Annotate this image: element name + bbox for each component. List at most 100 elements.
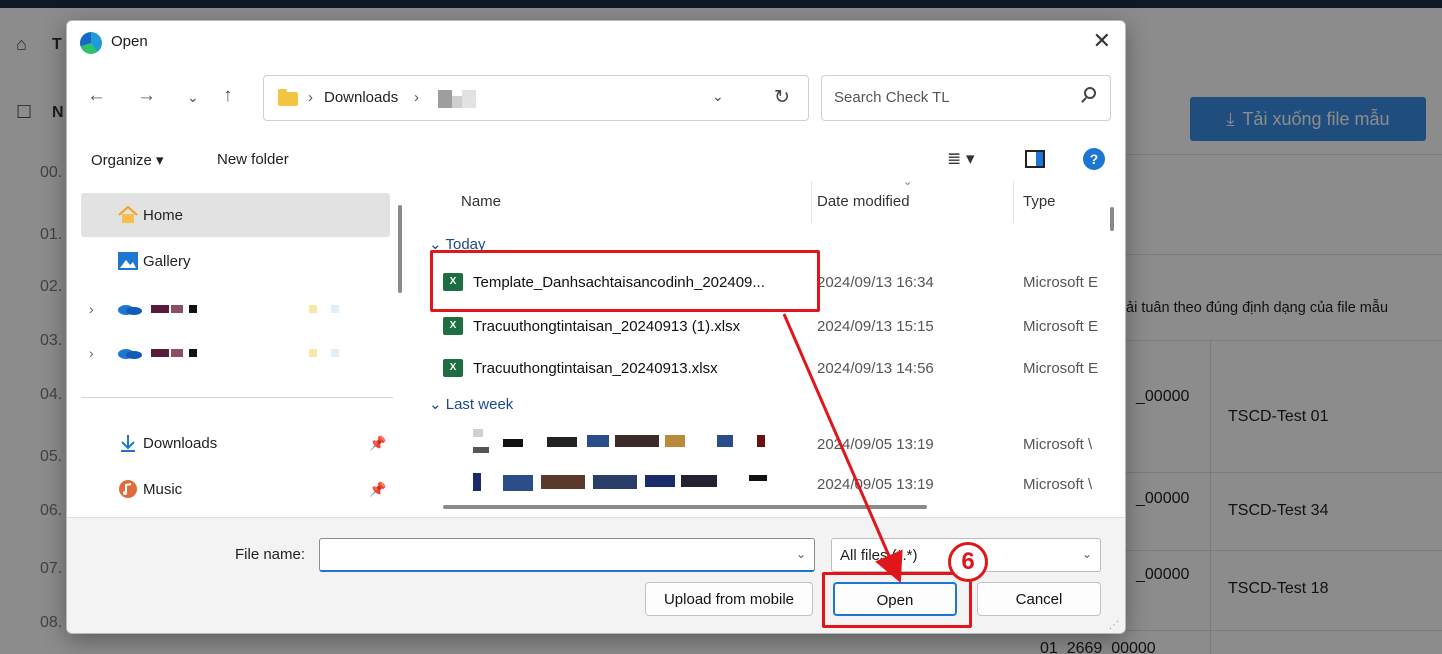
preview-pane-icon[interactable]	[1025, 150, 1045, 168]
redacted-file-name	[473, 447, 489, 453]
pin-icon[interactable]: 📌	[369, 481, 386, 498]
file-name: Tracuuthongtintaisan_20240913.xlsx	[473, 360, 718, 377]
address-bar[interactable]: › Downloads › ⌄ ↻	[263, 75, 809, 121]
nav-item-onedrive[interactable]: ›	[81, 331, 390, 375]
file-name-label: File name:	[235, 546, 306, 563]
download-icon	[121, 435, 135, 452]
redacted-account-name	[331, 349, 339, 357]
file-date: 2024/09/13 15:15	[817, 318, 934, 335]
file-row[interactable]: 2024/09/05 13:19 Microsoft \	[429, 425, 1105, 465]
up-arrow-icon[interactable]: ↑	[223, 85, 233, 107]
redacted-folder-name	[462, 90, 476, 108]
file-row[interactable]: 2024/09/05 13:19 Microsoft \	[429, 465, 1105, 505]
redacted-account-name	[171, 305, 183, 313]
redacted-file-name	[593, 475, 637, 489]
redacted-account-name	[189, 305, 197, 313]
redacted-file-name	[547, 437, 577, 447]
cancel-button[interactable]: Cancel	[977, 582, 1101, 616]
column-header-date-modified[interactable]: Date modified	[817, 193, 910, 210]
redacted-file-name	[681, 475, 717, 487]
onedrive-icon	[118, 305, 142, 315]
excel-file-icon: X	[443, 359, 463, 377]
onedrive-icon	[118, 349, 142, 359]
folder-icon	[278, 89, 298, 106]
upload-from-mobile-button[interactable]: Upload from mobile	[645, 582, 813, 616]
search-icon	[1084, 87, 1096, 99]
pin-icon[interactable]: 📌	[369, 435, 386, 452]
redacted-file-name	[473, 429, 483, 437]
view-options-icon[interactable]: ≣ ▾	[947, 149, 975, 169]
file-date: 2024/09/13 16:34	[817, 274, 934, 291]
organize-menu[interactable]: Organize ▾	[91, 151, 164, 169]
highlight-box-open-button	[822, 572, 972, 628]
file-date: 2024/09/13 14:56	[817, 360, 934, 377]
column-divider	[811, 181, 812, 223]
file-type: Microsoft \	[1023, 436, 1093, 453]
resize-grip-icon[interactable]: ⋰	[1109, 620, 1119, 631]
dialog-title: Open	[111, 33, 148, 50]
redacted-file-name	[503, 475, 533, 491]
group-header-last-week[interactable]: ⌄ Last week	[429, 395, 513, 413]
redacted-file-name	[473, 473, 481, 491]
file-row[interactable]: X Tracuuthongtintaisan_20240913 (1).xlsx…	[429, 307, 1105, 347]
sort-chevron-icon: ⌄	[903, 176, 913, 188]
nav-item-gallery[interactable]: Gallery	[81, 239, 390, 283]
column-divider	[1013, 181, 1014, 223]
expand-chevron-icon[interactable]: ›	[89, 301, 94, 317]
file-type-filter-value: All files (*.*)	[840, 547, 918, 564]
close-icon[interactable]: ✕	[1093, 28, 1111, 54]
file-list-header: Name Date modified ⌄ Type	[413, 176, 1125, 223]
nav-pane-scrollbar[interactable]	[398, 205, 402, 293]
file-row[interactable]: X Tracuuthongtintaisan_20240913.xlsx 202…	[429, 349, 1105, 389]
file-name-field[interactable]: ⌄	[319, 538, 815, 572]
dialog-title-bar: Open ✕	[67, 21, 1125, 65]
nav-pane-divider	[81, 397, 393, 398]
breadcrumb-downloads[interactable]: Downloads	[324, 89, 398, 106]
nav-item-music[interactable]: Music 📌	[81, 467, 390, 511]
redacted-account-name	[309, 349, 317, 357]
expand-chevron-icon[interactable]: ›	[89, 345, 94, 361]
redacted-file-name	[645, 475, 675, 487]
redacted-folder-name	[438, 90, 452, 108]
search-input[interactable]	[832, 88, 1072, 107]
nav-item-downloads[interactable]: Downloads 📌	[81, 421, 390, 465]
navigation-pane: Home Gallery › › Downloads 📌 Music 📌	[67, 181, 413, 517]
redacted-account-name	[171, 349, 183, 357]
redacted-account-name	[309, 305, 317, 313]
search-box[interactable]	[821, 75, 1111, 121]
redacted-account-name	[331, 305, 339, 313]
collapse-chevron-icon: ⌄	[429, 396, 442, 413]
redacted-file-name	[717, 435, 733, 447]
help-icon[interactable]: ?	[1083, 148, 1105, 170]
highlight-box-template-file	[430, 250, 820, 312]
redacted-account-name	[151, 349, 169, 357]
file-list: Name Date modified ⌄ Type ⌄ Today X Temp…	[413, 176, 1125, 517]
chevron-down-icon[interactable]: ⌄	[796, 547, 806, 561]
recent-locations-chevron-icon[interactable]: ⌄	[187, 89, 199, 106]
nav-item-home[interactable]: Home	[81, 193, 390, 237]
redacted-file-name	[615, 435, 659, 447]
refresh-icon[interactable]: ↻	[774, 86, 790, 109]
file-name: Tracuuthongtintaisan_20240913 (1).xlsx	[473, 318, 741, 335]
address-history-chevron-icon[interactable]: ⌄	[712, 88, 724, 105]
column-header-type[interactable]: Type	[1023, 193, 1056, 210]
file-date: 2024/09/05 13:19	[817, 436, 934, 453]
chevron-down-icon: ⌄	[1081, 547, 1092, 561]
back-arrow-icon[interactable]: ←	[87, 85, 106, 107]
redacted-file-name	[757, 435, 765, 447]
file-list-vertical-scrollbar[interactable]	[1110, 207, 1114, 231]
forward-arrow-icon[interactable]: →	[137, 85, 156, 107]
new-folder-button[interactable]: New folder	[217, 151, 289, 168]
nav-item-onedrive[interactable]: ›	[81, 287, 390, 331]
column-header-name[interactable]: Name	[461, 193, 501, 210]
file-date: 2024/09/05 13:19	[817, 476, 934, 493]
redacted-file-name	[587, 435, 609, 447]
redacted-file-name	[749, 475, 767, 481]
file-type: Microsoft E	[1023, 274, 1099, 291]
navigation-bar: ← → ⌄ ↑ › Downloads › ⌄ ↻	[67, 71, 1125, 125]
command-bar: Organize ▾ New folder ≣ ▾ ?	[67, 139, 1125, 181]
file-list-horizontal-scrollbar[interactable]	[443, 505, 927, 509]
redacted-file-name	[503, 439, 523, 447]
redacted-folder-name	[452, 96, 462, 108]
home-icon	[118, 205, 138, 223]
